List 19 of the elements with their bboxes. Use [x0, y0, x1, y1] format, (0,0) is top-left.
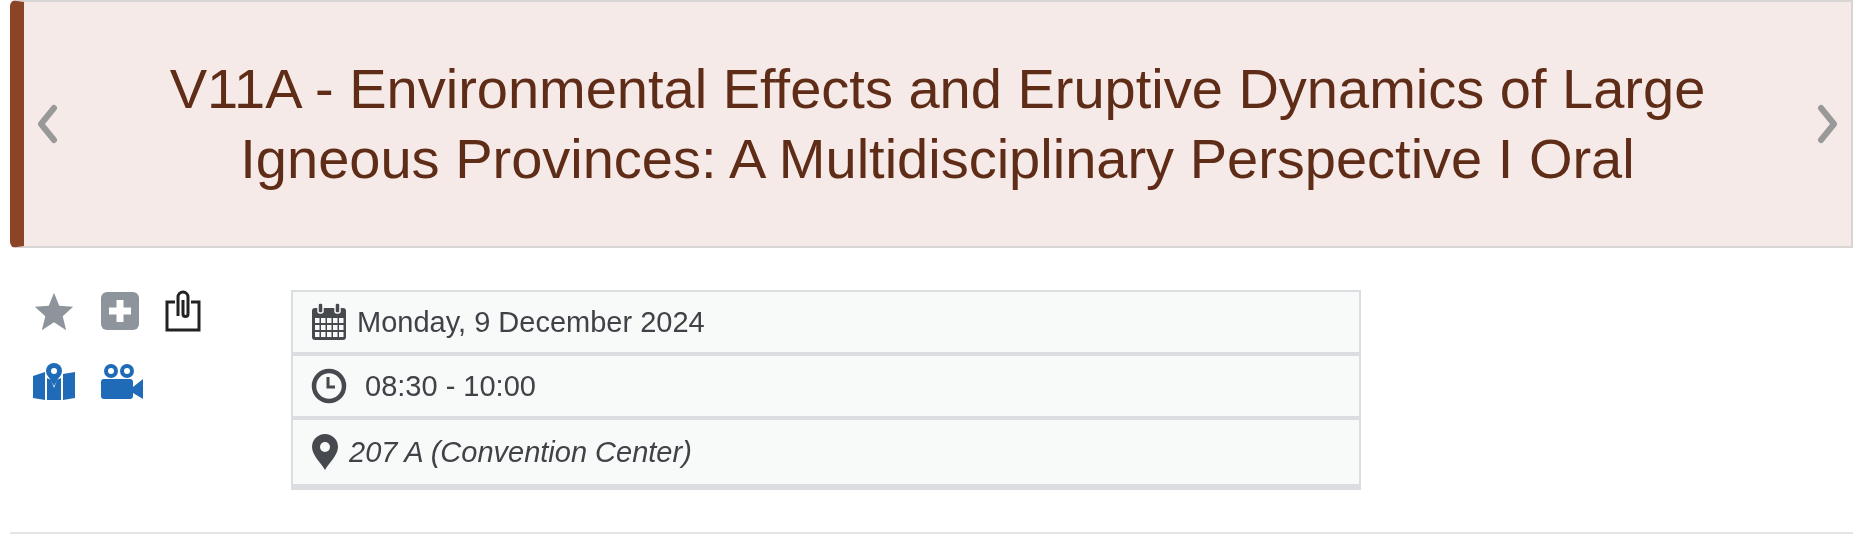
calendar-icon: [311, 303, 347, 341]
map-icon: [33, 362, 75, 400]
date-text: Monday, 9 December 2024: [357, 305, 705, 339]
add-button[interactable]: [101, 292, 139, 330]
clock-icon: [311, 368, 347, 404]
chevron-right-icon: [1817, 104, 1839, 144]
map-button[interactable]: [33, 362, 75, 400]
chevron-left-icon: [36, 104, 58, 144]
attachment-button[interactable]: [165, 290, 201, 332]
plus-icon: [101, 292, 139, 330]
star-icon: [33, 291, 75, 331]
video-camera-icon: [101, 363, 143, 399]
location-pin-icon: [311, 433, 339, 471]
paperclip-icon: [165, 290, 201, 332]
location-text: 207 A (Convention Center): [349, 435, 692, 469]
favorite-button[interactable]: [33, 291, 75, 331]
time-text: 08:30 - 10:00: [365, 369, 536, 403]
video-button[interactable]: [101, 363, 143, 399]
session-title: V11A - Environmental Effects and Eruptive Dynamics of Large Igneous Provinces: A Multidisciplinary Perspective I Oral: [168, 56, 1707, 192]
